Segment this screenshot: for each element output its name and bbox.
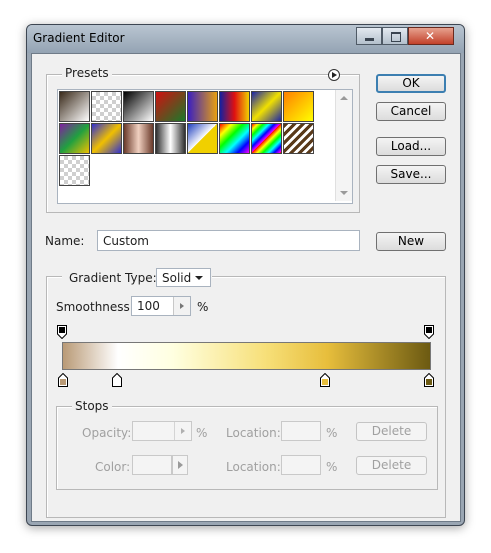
opacity-stop-right[interactable] (424, 325, 434, 340)
scroll-up-icon[interactable] (340, 96, 348, 100)
minimize-icon (365, 38, 374, 41)
opacity-stop-left[interactable] (57, 325, 67, 340)
preset-swatch[interactable] (219, 123, 250, 154)
save-button[interactable]: Save... (376, 165, 446, 184)
color-swatch[interactable] (132, 455, 172, 475)
preset-swatch[interactable] (283, 91, 314, 122)
gradient-type-select[interactable]: Solid (156, 268, 211, 287)
location-label-2: Location: (226, 460, 281, 474)
color-stop-2[interactable] (112, 372, 122, 387)
preset-swatch[interactable] (219, 91, 250, 122)
location-unit-2: % (326, 460, 338, 474)
scroll-down-icon[interactable] (340, 191, 348, 195)
preset-swatch[interactable] (91, 91, 122, 122)
color-stop-icon (112, 372, 122, 387)
load-button[interactable]: Load... (376, 137, 446, 156)
opacity-stop-icon (57, 325, 67, 340)
preset-swatch[interactable] (59, 123, 90, 154)
minimize-button[interactable] (356, 27, 382, 45)
location-input-2[interactable] (281, 455, 321, 475)
window-title: Gradient Editor (33, 31, 125, 45)
presets-list[interactable] (57, 89, 353, 204)
color-stop-icon (320, 372, 330, 387)
preset-swatch[interactable] (59, 155, 90, 186)
opacity-stepper-button[interactable] (174, 422, 191, 440)
close-icon: ✕ (425, 29, 436, 43)
preset-swatch[interactable] (187, 91, 218, 122)
smoothness-value: 100 (137, 299, 160, 313)
delete-color-stop-button[interactable]: Delete (356, 456, 427, 475)
name-label: Name: (45, 234, 85, 248)
location-label-1: Location: (226, 426, 281, 440)
close-button[interactable]: ✕ (408, 27, 454, 45)
preset-swatch[interactable] (155, 91, 186, 122)
location-input-1[interactable] (281, 421, 321, 441)
stops-label: Stops (72, 399, 112, 413)
preset-swatch[interactable] (91, 123, 122, 154)
opacity-input[interactable] (132, 421, 192, 441)
title-bar[interactable]: Gradient Editor ✕ (27, 25, 464, 53)
preset-swatch[interactable] (251, 123, 282, 154)
cancel-button[interactable]: Cancel (376, 102, 446, 121)
preset-swatch[interactable] (283, 123, 314, 154)
presets-scrollbar[interactable] (335, 90, 352, 201)
color-stop-4[interactable] (424, 372, 434, 387)
triangle-right-icon (180, 303, 184, 309)
dialog-client: Presets OK Cancel Load... Save... Name: … (31, 53, 461, 522)
preset-swatch[interactable] (123, 91, 154, 122)
name-input[interactable]: Custom (97, 230, 360, 251)
smoothness-input[interactable]: 100 (131, 296, 191, 316)
triangle-right-icon (178, 461, 183, 469)
smoothness-label: Smoothness: (56, 300, 134, 314)
opacity-unit: % (196, 426, 208, 440)
chevron-down-icon (195, 276, 203, 280)
gradient-type-value: Solid (162, 271, 192, 285)
ok-button[interactable]: OK (376, 74, 446, 93)
maximize-button[interactable] (382, 27, 408, 45)
color-picker-button[interactable] (172, 455, 188, 475)
opacity-label: Opacity: (82, 426, 132, 440)
presets-label: Presets (62, 66, 112, 80)
color-label: Color: (95, 460, 131, 474)
stops-group (56, 406, 438, 490)
color-stop-icon (424, 372, 434, 387)
gradient-type-label: Gradient Type: (69, 271, 157, 285)
preset-swatch[interactable] (251, 91, 282, 122)
opacity-stop-icon (424, 325, 434, 340)
gradient-editor-window: Gradient Editor ✕ Presets OK Cancel Load… (26, 24, 465, 526)
smoothness-unit: % (197, 300, 209, 314)
maximize-icon (391, 32, 401, 42)
new-button[interactable]: New (376, 232, 446, 251)
triangle-right-icon (181, 428, 185, 434)
location-unit-1: % (326, 426, 338, 440)
presets-menu-button[interactable] (328, 69, 340, 81)
preset-swatch[interactable] (155, 123, 186, 154)
name-input-value: Custom (103, 234, 149, 248)
color-stop-3[interactable] (320, 372, 330, 387)
preset-swatch[interactable] (187, 123, 218, 154)
color-stop-1[interactable] (58, 372, 68, 387)
preset-swatch[interactable] (59, 91, 90, 122)
preset-swatch[interactable] (123, 123, 154, 154)
gradient-preview-bar[interactable] (62, 342, 431, 370)
color-stop-icon (58, 372, 68, 387)
smoothness-stepper-button[interactable] (173, 297, 190, 315)
triangle-right-icon (332, 72, 337, 78)
delete-opacity-stop-button[interactable]: Delete (356, 422, 427, 441)
